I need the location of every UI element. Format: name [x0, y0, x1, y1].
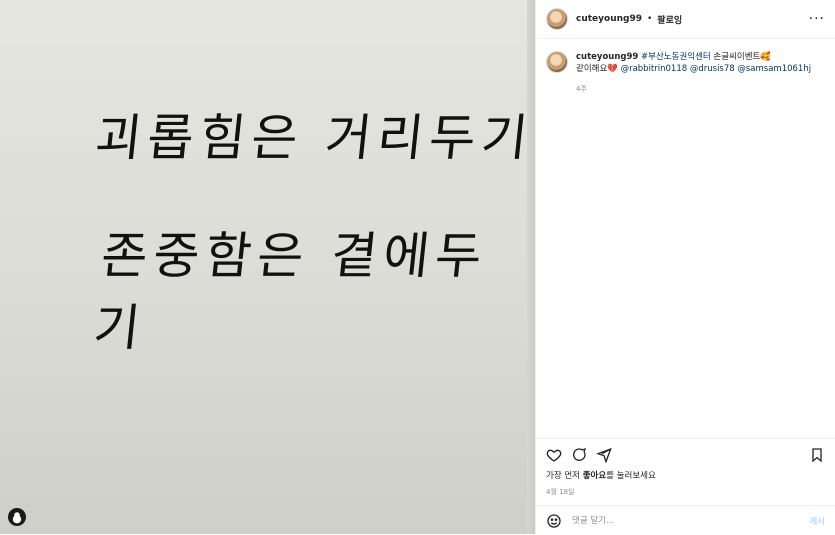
post-header: cuteyoung99 • 팔로잉 ···	[536, 0, 835, 39]
photo-handwriting-line-2: 존중함은 곁에두기	[90, 227, 491, 357]
caption-text-2: 같이해요💔	[576, 64, 618, 74]
caption-text-1: 손글씨이벤트🥰	[713, 52, 771, 62]
mention-link[interactable]: @rabbitrin0118	[621, 64, 688, 74]
comment-icon[interactable]	[571, 447, 587, 463]
mention-link[interactable]: @samsam1061hj	[737, 64, 811, 74]
share-icon[interactable]	[596, 447, 612, 463]
likes-prompt: 가장 먼저 좋아요를 눌러보세요	[536, 467, 835, 483]
follow-button[interactable]: 팔로잉	[657, 13, 682, 26]
likes-prefix: 가장 먼저	[546, 471, 583, 481]
likes-link[interactable]: 좋아요	[583, 471, 606, 481]
emoji-icon[interactable]	[546, 513, 562, 529]
header-username[interactable]: cuteyoung99	[576, 14, 642, 24]
caption-avatar[interactable]	[546, 51, 568, 73]
tagged-user-icon[interactable]	[8, 508, 26, 526]
avatar[interactable]	[546, 8, 568, 30]
page-edge	[527, 0, 535, 534]
post-actions: 가장 먼저 좋아요를 눌러보세요 4월 18일 게시	[536, 438, 835, 535]
hashtag-link[interactable]: #부산노동권익센터	[641, 52, 711, 62]
post-caption: cuteyoung99 #부산노동권익센터 손글씨이벤트🥰 같이해요💔 @rab…	[536, 39, 835, 107]
bookmark-icon[interactable]	[809, 447, 825, 463]
more-options-icon[interactable]: ···	[809, 11, 825, 27]
caption-time-ago: 4주	[576, 85, 587, 93]
post-side-panel: cuteyoung99 • 팔로잉 ··· cuteyoung99 #부산노동권…	[535, 0, 835, 534]
post-photo[interactable]: 괴롭힘은 거리두기 존중함은 곁에두기	[0, 0, 535, 534]
likes-suffix: 를 눌러보세요	[606, 471, 656, 481]
post-date: 4월 18일	[546, 488, 575, 496]
heart-icon[interactable]	[546, 447, 562, 463]
comment-input[interactable]	[570, 514, 810, 527]
header-separator: •	[646, 14, 653, 24]
caption-username[interactable]: cuteyoung99	[576, 52, 638, 62]
photo-handwriting-line-1: 괴롭힘은 거리두기	[92, 109, 535, 167]
comment-bar: 게시	[536, 505, 835, 535]
post-comment-button[interactable]: 게시	[809, 515, 825, 527]
mention-link[interactable]: @drusis78	[690, 64, 735, 74]
